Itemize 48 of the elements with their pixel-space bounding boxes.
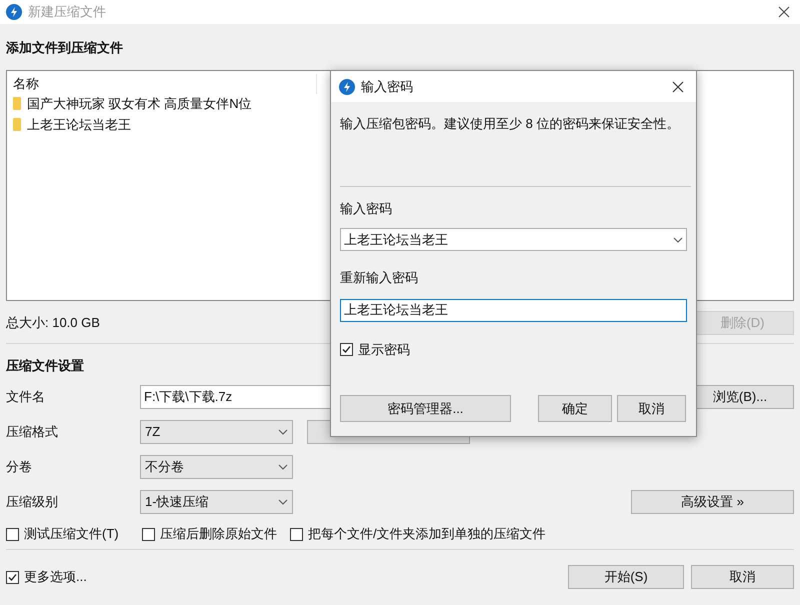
field-label: 输入密码 [340, 200, 393, 218]
password-field[interactable]: 上老王论坛当老王 [340, 228, 687, 251]
checkbox[interactable] [290, 528, 303, 540]
app-icon [6, 4, 22, 20]
checkbox-label: 更多选项... [24, 568, 87, 586]
field-label: 压缩级别 [6, 493, 59, 512]
chevron-down-icon [673, 236, 683, 242]
folder-icon [13, 118, 21, 131]
app-icon [339, 78, 355, 94]
dialog-title: 输入密码 [361, 78, 413, 96]
button[interactable]: 高级设置 » [631, 490, 794, 514]
checkbox-label: 显示密码 [358, 340, 410, 358]
file-name[interactable]: 国产大神玩家 驭女有术 高质量女伴N位 [27, 94, 252, 114]
button[interactable]: 取消 [691, 565, 794, 589]
password-confirm-field[interactable]: 上老王论坛当老王 [340, 298, 687, 322]
check-icon [341, 344, 352, 355]
window-title: 新建压缩文件 [28, 3, 106, 22]
field-label: 文件名 [6, 388, 46, 406]
dropdown[interactable]: 1-快速压缩 [140, 490, 293, 514]
dropdown[interactable]: 7Z [140, 420, 293, 444]
close-icon [778, 6, 790, 18]
field-label: 重新输入密码 [340, 269, 419, 287]
chevron-down-icon [278, 429, 288, 435]
button[interactable]: 开始(S) [568, 565, 684, 589]
checkbox[interactable] [6, 570, 19, 584]
checkbox-label: 把每个文件/文件夹添加到单独的压缩文件 [308, 525, 546, 544]
checkbox-label: 压缩后删除原始文件 [160, 525, 277, 544]
folder-icon [13, 97, 21, 110]
column-header[interactable]: 名称 [7, 74, 317, 94]
dropdown[interactable]: 不分卷 [140, 455, 293, 479]
close-icon [672, 80, 684, 92]
button[interactable]: 取消 [617, 395, 686, 422]
dialog-description: 输入压缩包密码。建议使用至少 8 位的密码来保证安全性。 [340, 115, 680, 133]
button[interactable]: 密码管理器... [340, 395, 511, 422]
chevron-down-icon [278, 464, 288, 470]
checkbox[interactable] [6, 528, 19, 540]
field-label: 压缩格式 [6, 423, 59, 442]
checkbox[interactable] [340, 342, 353, 356]
file-name[interactable]: 上老王论坛当老王 [27, 114, 131, 134]
checkbox-label: 测试压缩文件(T) [24, 525, 119, 544]
section-heading: 添加文件到压缩文件 [6, 40, 124, 56]
total-size: 总大小: 10.0 GB [6, 314, 100, 332]
check-icon [7, 572, 18, 582]
section-heading: 压缩文件设置 [6, 358, 85, 374]
field-label: 分卷 [6, 458, 33, 476]
button[interactable]: 确定 [538, 395, 612, 422]
chevron-down-icon [278, 499, 288, 505]
checkbox[interactable] [142, 528, 155, 540]
